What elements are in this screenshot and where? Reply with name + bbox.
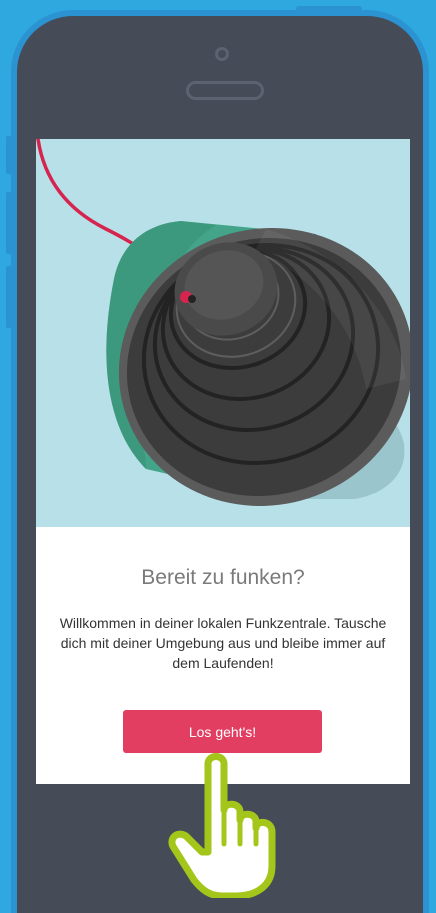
stage: Bereit zu funken? Willkommen in deiner l… bbox=[0, 0, 436, 913]
get-started-button[interactable]: Los geht's! bbox=[123, 710, 322, 753]
page-title: Bereit zu funken? bbox=[141, 566, 305, 589]
tin-can-phone-illustration bbox=[36, 139, 410, 527]
front-camera-icon bbox=[215, 47, 229, 61]
tin-can-phone-icon bbox=[36, 139, 410, 506]
welcome-description: Willkommen in deiner lokalen Funkzentral… bbox=[59, 615, 387, 671]
app-screen: Bereit zu funken? Willkommen in deiner l… bbox=[36, 139, 410, 784]
earpiece-speaker-icon bbox=[186, 81, 264, 100]
pointing-hand-icon bbox=[168, 753, 276, 898]
